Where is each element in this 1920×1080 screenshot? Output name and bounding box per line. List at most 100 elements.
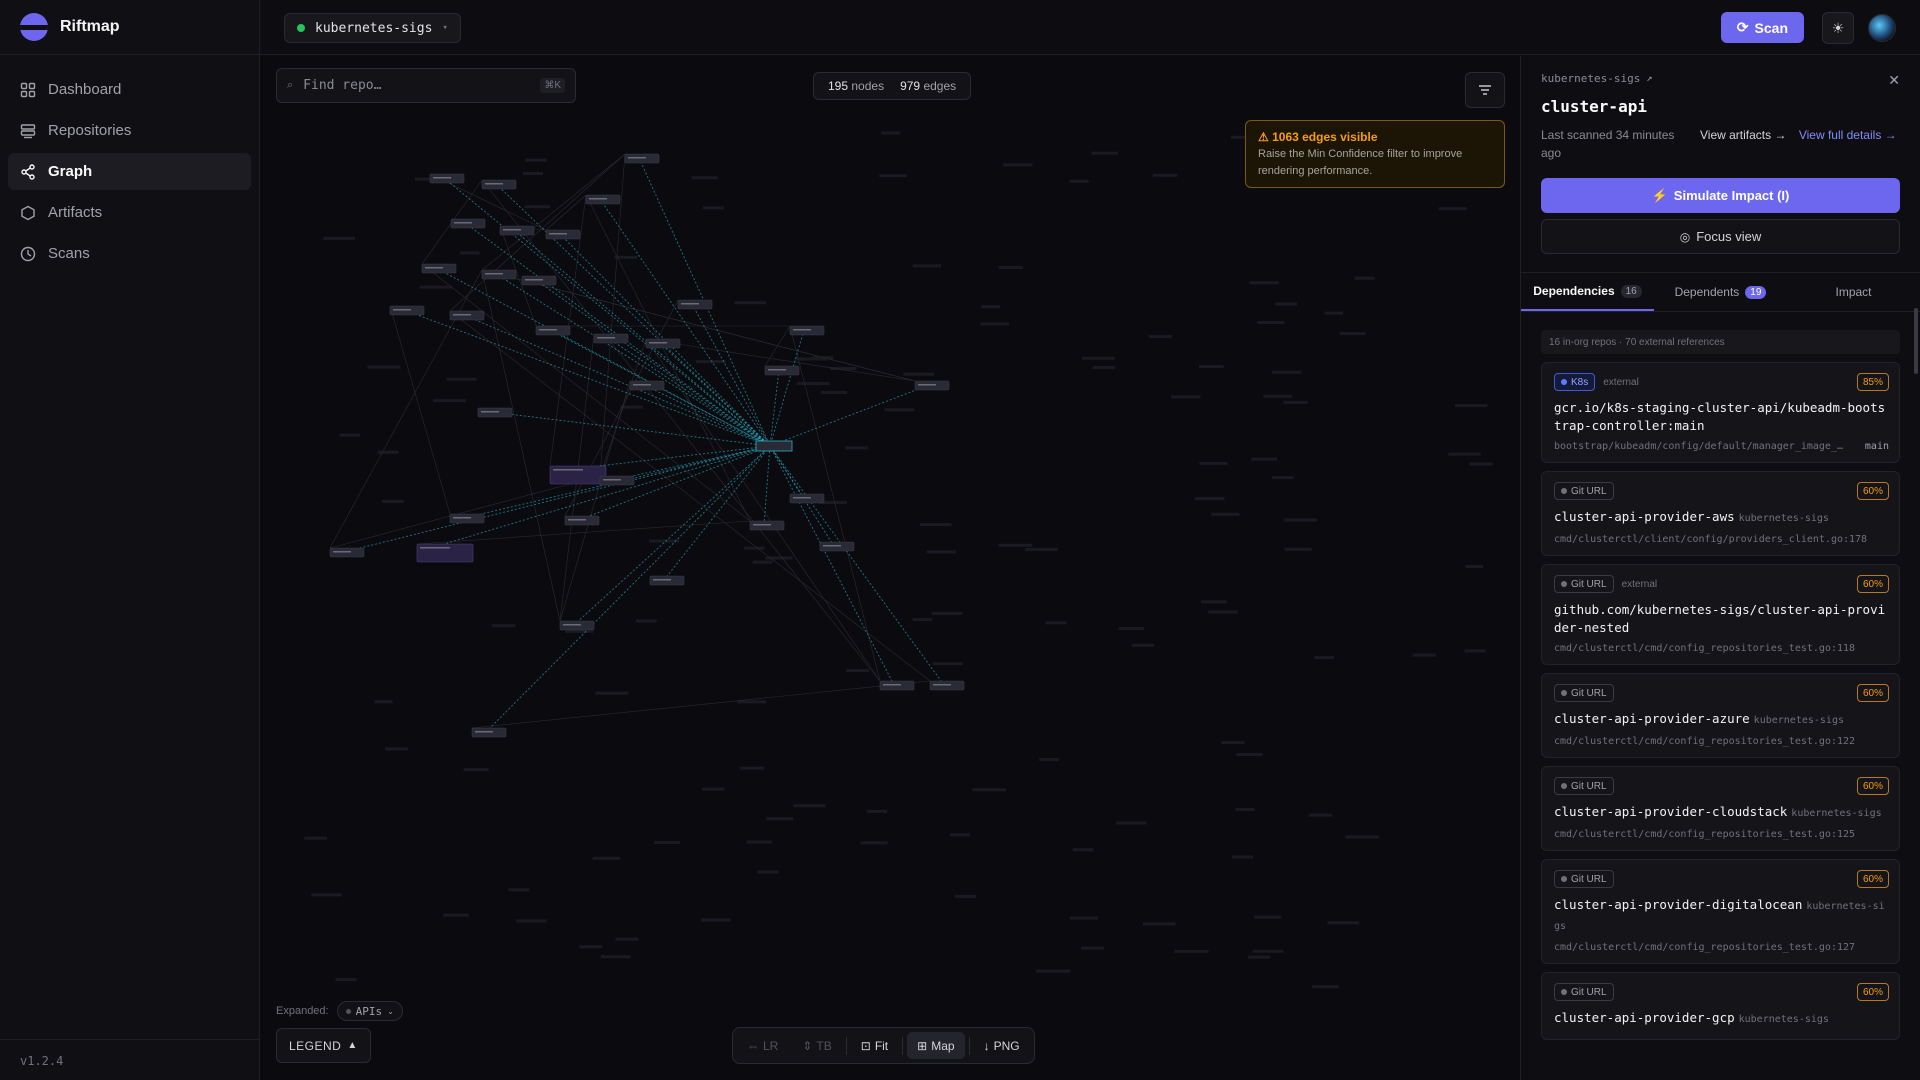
panel-scrollbar[interactable] bbox=[1914, 308, 1918, 374]
graph-node-faint[interactable] bbox=[384, 747, 408, 751]
graph-node-faint[interactable] bbox=[1003, 163, 1033, 167]
graph-node-faint[interactable] bbox=[463, 768, 489, 772]
graph-node-faint[interactable] bbox=[931, 611, 963, 615]
graph-node-faint[interactable] bbox=[1221, 741, 1245, 744]
graph-node-faint[interactable] bbox=[1236, 753, 1263, 756]
graph-node-faint[interactable] bbox=[492, 624, 516, 628]
tab-impact[interactable]: Impact bbox=[1787, 273, 1920, 311]
avatar[interactable] bbox=[1868, 14, 1896, 42]
graph-node-faint[interactable] bbox=[1469, 462, 1493, 466]
view-details-link[interactable]: View full details → bbox=[1796, 126, 1901, 162]
graph-node-faint[interactable] bbox=[793, 804, 826, 808]
graph-node-faint[interactable] bbox=[1199, 365, 1224, 369]
sidebar-item-scans[interactable]: Scans bbox=[8, 235, 251, 272]
graph-node-faint[interactable] bbox=[1308, 813, 1333, 817]
graph-node-faint[interactable] bbox=[1464, 649, 1486, 653]
dependency-card[interactable]: Git URL 60% cluster-api-provider-digitaloc… bbox=[1541, 859, 1900, 964]
theme-toggle-button[interactable]: ☀ bbox=[1822, 12, 1854, 44]
search-input[interactable] bbox=[303, 78, 531, 93]
graph-node-faint[interactable] bbox=[1152, 173, 1177, 177]
graph-node-faint[interactable] bbox=[1283, 400, 1308, 404]
graph-node-faint[interactable] bbox=[381, 499, 404, 503]
graph-node-faint[interactable] bbox=[691, 176, 718, 180]
graph-node-faint[interactable] bbox=[696, 360, 726, 364]
repo-search[interactable]: ⌕ ⌘K bbox=[276, 68, 576, 103]
graph-node-faint[interactable] bbox=[1211, 512, 1240, 516]
focus-view-button[interactable]: ◎ Focus view bbox=[1541, 219, 1900, 254]
graph-node-faint[interactable] bbox=[1131, 643, 1155, 647]
graph-node-faint[interactable] bbox=[998, 266, 1023, 269]
sidebar-item-artifacts[interactable]: Artifacts bbox=[8, 194, 251, 231]
close-icon[interactable]: ✕ bbox=[1888, 72, 1900, 89]
graph-node-faint[interactable] bbox=[1455, 404, 1488, 408]
org-selector[interactable]: kubernetes-sigs ▾ bbox=[284, 13, 461, 43]
layout-lr-button[interactable]: ⇔ LR bbox=[737, 1032, 788, 1059]
graph-node-faint[interactable] bbox=[796, 382, 830, 386]
graph-node-faint[interactable] bbox=[1148, 335, 1173, 339]
graph-node-faint[interactable] bbox=[1412, 653, 1436, 657]
dependency-card[interactable]: Git URL 60% cluster-api-provider-azure kube… bbox=[1541, 673, 1900, 758]
graph-node-faint[interactable] bbox=[620, 405, 643, 409]
graph-node-faint[interactable] bbox=[1025, 547, 1058, 551]
graph-node-faint[interactable] bbox=[1254, 915, 1282, 919]
graph-node-faint[interactable] bbox=[1082, 356, 1115, 360]
view-artifacts-link[interactable]: View artifacts → bbox=[1691, 126, 1796, 162]
graph-node-faint[interactable] bbox=[972, 788, 1006, 792]
graph-node-faint[interactable] bbox=[1312, 985, 1339, 989]
graph-node-faint[interactable] bbox=[1275, 302, 1298, 306]
graph-node-faint[interactable] bbox=[884, 408, 915, 412]
graph-node-faint[interactable] bbox=[1327, 921, 1360, 925]
graph-node-faint[interactable] bbox=[1345, 835, 1379, 839]
export-png-button[interactable]: ↓ PNG bbox=[974, 1032, 1030, 1059]
graph-node[interactable] bbox=[416, 543, 474, 563]
map-button[interactable]: ⊞ Map bbox=[907, 1032, 965, 1059]
graph-node-faint[interactable] bbox=[1448, 452, 1481, 456]
graph-node-faint[interactable] bbox=[1247, 955, 1271, 959]
scan-button[interactable]: ⟳ Scan bbox=[1720, 12, 1804, 43]
graph-node-faint[interactable] bbox=[524, 205, 551, 209]
sidebar-item-repositories[interactable]: Repositories bbox=[8, 112, 251, 149]
brand[interactable]: Riftmap bbox=[0, 0, 259, 55]
graph-node-faint[interactable] bbox=[1257, 321, 1285, 324]
graph-node-faint[interactable] bbox=[648, 539, 679, 543]
graph-node-faint[interactable] bbox=[508, 888, 530, 892]
graph-node-faint[interactable] bbox=[740, 766, 765, 770]
graph-node-faint[interactable] bbox=[367, 365, 401, 369]
graph-node-faint[interactable] bbox=[734, 301, 767, 305]
graph-node-faint[interactable] bbox=[881, 131, 900, 135]
graph-canvas[interactable]: ⌕ ⌘K 195 nodes 979 edges ⚠ 1063 edges vi… bbox=[260, 56, 1520, 1080]
simulate-impact-button[interactable]: ⚡ Simulate Impact (I) bbox=[1541, 178, 1900, 213]
graph-node-faint[interactable] bbox=[1208, 610, 1238, 614]
graph-node-faint[interactable] bbox=[1036, 969, 1071, 973]
graph-node-faint[interactable] bbox=[845, 446, 868, 450]
graph-node-faint[interactable] bbox=[1251, 457, 1277, 461]
graph-node-faint[interactable] bbox=[523, 172, 544, 175]
graph-node-faint[interactable] bbox=[1045, 621, 1067, 625]
graph-node-faint[interactable] bbox=[1438, 207, 1467, 211]
graph-node-faint[interactable] bbox=[879, 174, 907, 178]
graph-node-faint[interactable] bbox=[1143, 922, 1176, 926]
graph-node-faint[interactable] bbox=[980, 322, 1009, 326]
graph-node-faint[interactable] bbox=[981, 305, 1000, 309]
graph-node-faint[interactable] bbox=[516, 919, 547, 923]
graph-node-faint[interactable] bbox=[912, 264, 941, 268]
graph-node-faint[interactable] bbox=[811, 356, 834, 360]
fit-button[interactable]: ⊡ Fit bbox=[851, 1032, 898, 1059]
graph-node-faint[interactable] bbox=[860, 841, 888, 845]
graph-node-faint[interactable] bbox=[1272, 476, 1294, 480]
graph-node-faint[interactable] bbox=[1354, 276, 1375, 280]
graph-node-faint[interactable] bbox=[766, 817, 794, 821]
legend-button[interactable]: LEGEND ▲ bbox=[276, 1028, 371, 1063]
graph-node-faint[interactable] bbox=[866, 809, 888, 813]
graph-node-faint[interactable] bbox=[374, 700, 393, 704]
graph-node-faint[interactable] bbox=[525, 158, 547, 162]
graph-node-faint[interactable] bbox=[702, 206, 724, 210]
dependency-card[interactable]: Git URL 60% cluster-api-provider-gcp kubern… bbox=[1541, 972, 1900, 1040]
graph-node-faint[interactable] bbox=[737, 700, 766, 704]
graph-node-faint[interactable] bbox=[920, 523, 952, 527]
dependency-card[interactable]: K8s external 85% gcr.io/k8s-staging-cluster… bbox=[1541, 362, 1900, 463]
graph-node-faint[interactable] bbox=[950, 833, 970, 837]
graph-node-faint[interactable] bbox=[932, 662, 963, 666]
dependency-card[interactable]: Git URL external 60% github.com/kubernetes-… bbox=[1541, 564, 1900, 665]
sidebar-item-graph[interactable]: Graph bbox=[8, 153, 251, 190]
